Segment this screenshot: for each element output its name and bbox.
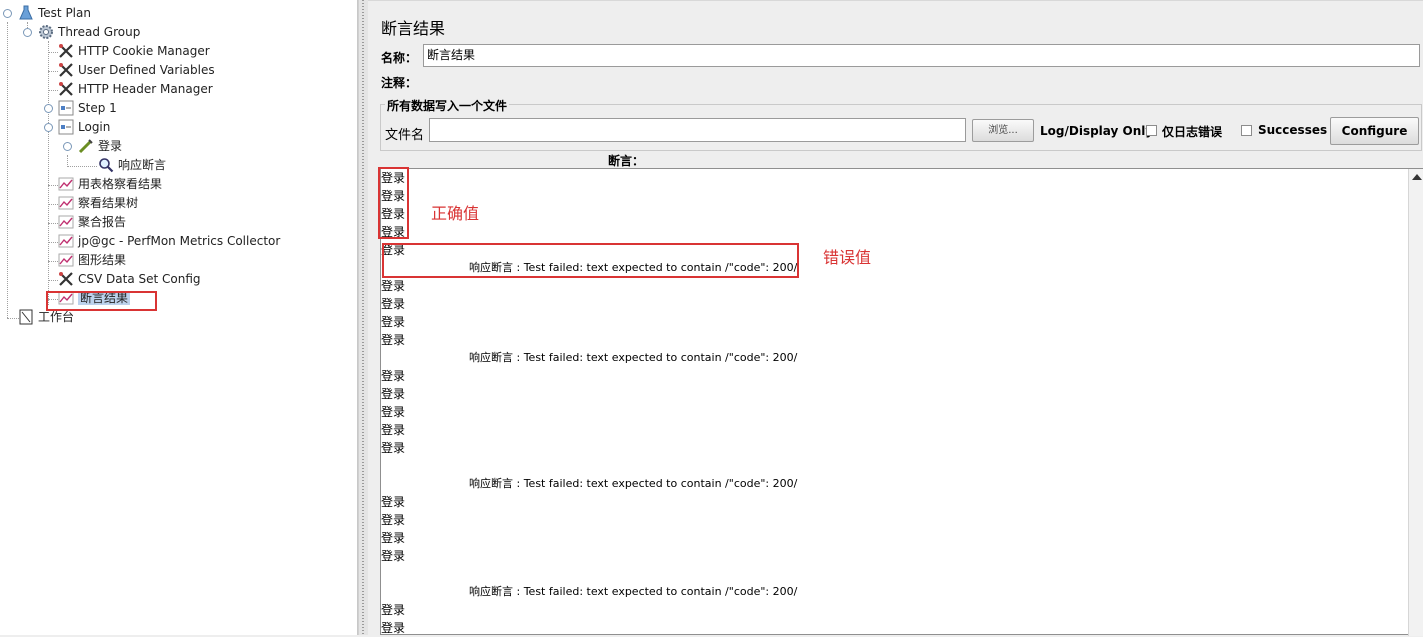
scroll-up-icon[interactable] <box>1412 174 1422 180</box>
tree-item-thread-group[interactable]: Thread Group <box>38 23 140 42</box>
sample-row: 登录 <box>381 405 406 419</box>
controller-icon <box>58 100 74 115</box>
sample-row: 登录 <box>381 369 406 383</box>
sample-row: 登录 <box>381 603 406 617</box>
sample-row: 登录 <box>381 549 406 563</box>
configure-button[interactable]: Configure <box>1330 117 1419 145</box>
expand-handle[interactable] <box>3 9 12 18</box>
selected-item-highlight <box>46 291 157 311</box>
log-display-only-label: Log/Display Only: <box>1040 124 1158 138</box>
tree-item-step-1[interactable]: Step 1 <box>58 99 117 118</box>
browse-button[interactable]: 浏览... <box>972 119 1034 142</box>
tree-item-login-sampler[interactable]: 登录 <box>78 137 122 156</box>
tree-item-login[interactable]: Login <box>58 118 110 137</box>
listener-icon <box>58 215 74 228</box>
page-title: 断言结果 <box>381 19 446 38</box>
error-value-label: 错误值 <box>823 248 872 267</box>
sample-row: 登录 <box>381 297 406 311</box>
tree-item-graph-results[interactable]: 图形结果 <box>58 251 126 270</box>
name-field[interactable]: 断言结果 <box>423 44 1420 67</box>
listener-icon <box>58 196 74 209</box>
tree-item-perfmon-collector[interactable]: jp@gc - PerfMon Metrics Collector <box>58 232 280 251</box>
expand-handle[interactable] <box>44 123 53 132</box>
correct-values-box <box>378 167 409 239</box>
tree-item-response-assertion[interactable]: 响应断言 <box>98 156 166 175</box>
errors-only-checkbox[interactable] <box>1146 125 1157 136</box>
comment-field[interactable] <box>423 71 1420 91</box>
sample-row: 登录 <box>381 333 406 347</box>
filename-input[interactable] <box>429 118 966 142</box>
filename-label: 文件名 <box>385 128 425 143</box>
controller-icon <box>58 119 74 134</box>
tree-item-view-results-table[interactable]: 用表格察看结果 <box>58 175 162 194</box>
sampler-icon <box>78 138 93 153</box>
sample-row: 登录 <box>381 531 406 545</box>
tree-item-user-defined-variables[interactable]: User Defined Variables <box>58 61 215 80</box>
tree-item-test-plan[interactable]: Test Plan <box>18 4 91 23</box>
failure-message: 响应断言 : Test failed: text expected to con… <box>469 585 798 598</box>
tree-item-csv-data-set-config[interactable]: CSV Data Set Config <box>58 270 201 289</box>
listener-icon <box>58 177 74 190</box>
sample-row: 登录 <box>381 279 406 293</box>
test-plan-tree[interactable]: Test Plan Thread Group HTTP Cookie Manag… <box>0 0 358 635</box>
wrench-scissors-icon <box>59 81 73 96</box>
vertical-scrollbar[interactable] <box>1408 169 1423 636</box>
sample-row: 登录 <box>381 441 406 455</box>
correct-values-label: 正确值 <box>431 204 480 223</box>
tree-item-aggregate-report[interactable]: 聚合报告 <box>58 213 126 232</box>
failure-message: 响应断言 : Test failed: text expected to con… <box>469 351 798 364</box>
sample-row: 登录 <box>381 495 406 509</box>
write-to-file-group-title: 所有数据写入一个文件 <box>385 97 510 114</box>
gear-icon <box>39 24 53 39</box>
wrench-scissors-icon <box>59 43 73 58</box>
successes-label: Successes <box>1258 123 1328 137</box>
comment-label: 注释： <box>381 76 418 90</box>
sample-row: 登录 <box>381 423 406 437</box>
tree-item-header-manager[interactable]: HTTP Header Manager <box>58 80 213 99</box>
listener-icon <box>58 234 74 247</box>
workbench-icon <box>19 309 33 324</box>
error-value-box <box>382 243 799 278</box>
sample-row: 登录 <box>381 387 406 401</box>
assertions-header: 断言： <box>608 154 645 168</box>
wrench-scissors-icon <box>59 62 73 77</box>
wrench-scissors-icon <box>59 271 73 286</box>
assertion-results-panel: 断言结果 名称： 断言结果 注释： 所有数据写入一个文件 文件名 浏览... L… <box>368 0 1423 636</box>
successes-checkbox[interactable] <box>1241 125 1252 136</box>
test-plan-icon <box>19 5 33 19</box>
failure-message: 响应断言 : Test failed: text expected to con… <box>469 477 798 490</box>
expand-handle[interactable] <box>23 28 32 37</box>
sample-row: 登录 <box>381 315 406 329</box>
errors-only-label: 仅日志错误 <box>1162 125 1223 139</box>
tree-item-cookie-manager[interactable]: HTTP Cookie Manager <box>58 42 210 61</box>
assertion-results-list[interactable]: 登录 登录 登录 登录 登录 响应断言 : Test failed: text expec… <box>380 168 1423 636</box>
magnifier-icon <box>99 157 114 172</box>
expand-handle[interactable] <box>63 142 72 151</box>
listener-icon <box>58 253 74 266</box>
sample-row: 登录 <box>381 513 406 527</box>
sample-row: 登录 <box>381 621 406 635</box>
tree-item-view-results-tree[interactable]: 察看结果树 <box>58 194 138 213</box>
expand-handle[interactable] <box>44 104 53 113</box>
name-label: 名称： <box>381 51 418 65</box>
